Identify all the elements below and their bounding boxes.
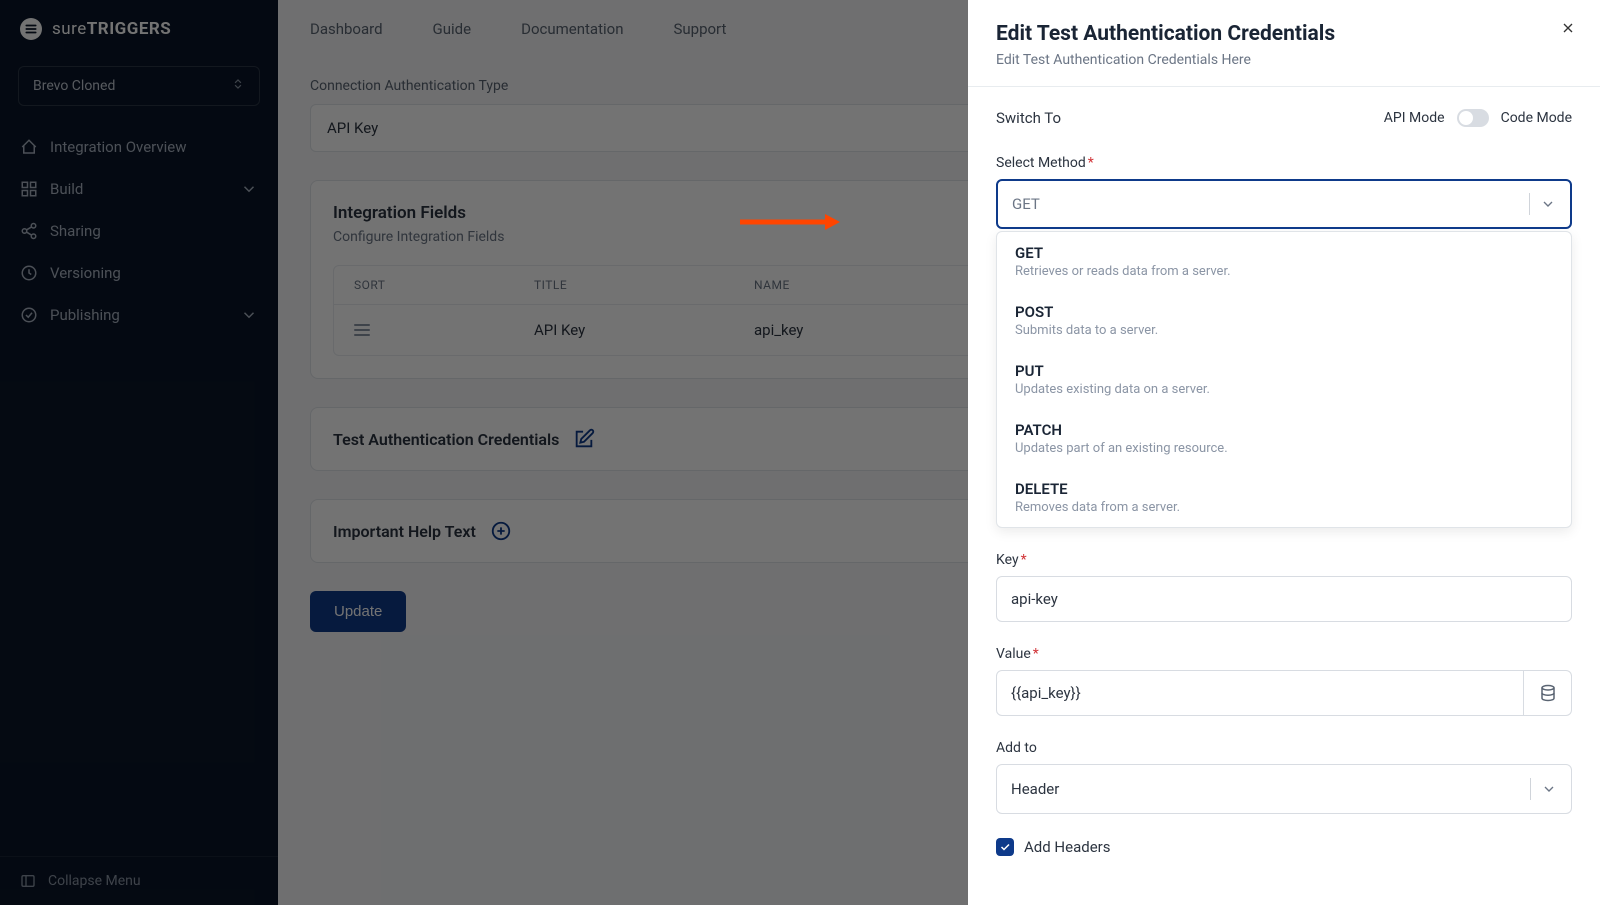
code-mode-label: Code Mode [1501,110,1572,126]
mode-toggle[interactable] [1457,109,1489,127]
chevron-down-icon [1540,196,1556,212]
method-dropdown-list: GET Retrieves or reads data from a serve… [996,231,1572,528]
option-desc: Submits data to a server. [1015,323,1553,338]
option-label: POST [1015,303,1553,321]
addto-field-group: Add to Header [996,740,1572,814]
mode-switch-row: Switch To API Mode Code Mode [996,109,1572,127]
database-icon [1539,684,1557,702]
value-addon-button[interactable] [1524,670,1572,716]
option-label: PUT [1015,362,1553,380]
switch-to-label: Switch To [996,109,1061,127]
option-desc: Updates part of an existing resource. [1015,441,1553,456]
key-input[interactable] [996,576,1572,622]
close-button[interactable] [1560,20,1576,40]
modal-overlay[interactable] [0,0,968,905]
key-label: Key* [996,552,1572,568]
chevron-down-icon [1541,781,1557,797]
add-headers-checkbox-row[interactable]: Add Headers [996,838,1572,856]
addto-label: Add to [996,740,1572,756]
value-label: Value* [996,646,1572,662]
panel-header: Edit Test Authentication Credentials Edi… [968,0,1600,87]
select-method-value: GET [1012,195,1040,213]
select-method-dropdown[interactable]: GET [996,179,1572,229]
method-option-put[interactable]: PUT Updates existing data on a server. [997,350,1571,409]
option-desc: Removes data from a server. [1015,500,1553,515]
divider [1530,778,1531,800]
edit-panel: Edit Test Authentication Credentials Edi… [968,0,1600,905]
value-input[interactable] [996,670,1524,716]
option-label: PATCH [1015,421,1553,439]
select-method-label: Select Method* [996,155,1572,171]
divider [1529,193,1530,215]
addto-select[interactable]: Header [996,764,1572,814]
panel-title: Edit Test Authentication Credentials [996,22,1572,46]
value-field-group: Value* [996,646,1572,716]
checkbox-checked[interactable] [996,838,1014,856]
option-label: DELETE [1015,480,1553,498]
close-icon [1560,20,1576,36]
option-desc: Updates existing data on a server. [1015,382,1553,397]
method-option-get[interactable]: GET Retrieves or reads data from a serve… [997,232,1571,291]
addto-value: Header [1011,780,1059,798]
key-field-group: Key* [996,552,1572,622]
panel-subtitle: Edit Test Authentication Credentials Her… [996,52,1572,68]
check-icon [999,841,1011,853]
option-label: GET [1015,244,1553,262]
select-method-group: Select Method* GET GET Retrieves or read… [996,155,1572,528]
method-option-delete[interactable]: DELETE Removes data from a server. [997,468,1571,527]
method-option-post[interactable]: POST Submits data to a server. [997,291,1571,350]
add-headers-label: Add Headers [1024,838,1110,856]
api-mode-label: API Mode [1384,110,1445,126]
annotation-arrow [740,212,840,236]
option-desc: Retrieves or reads data from a server. [1015,264,1553,279]
method-option-patch[interactable]: PATCH Updates part of an existing resour… [997,409,1571,468]
